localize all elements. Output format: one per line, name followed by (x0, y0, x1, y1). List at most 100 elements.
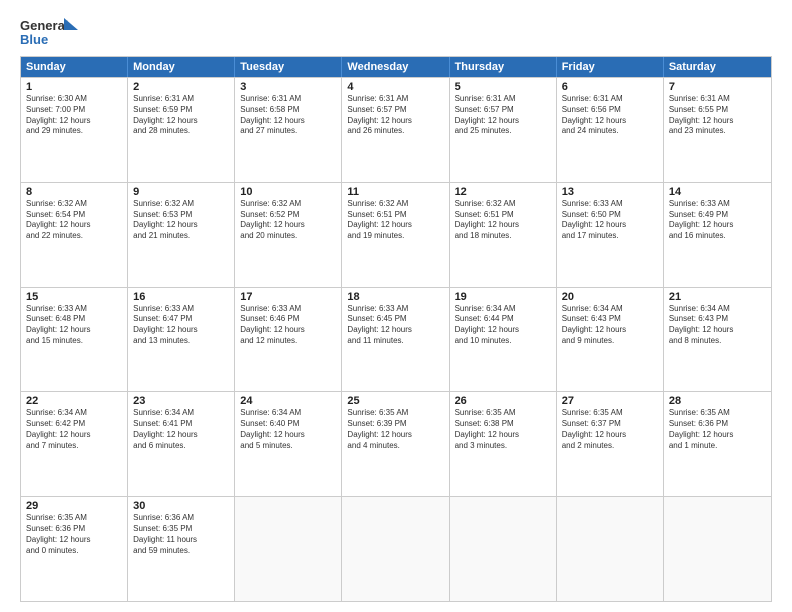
day-number: 21 (669, 291, 766, 303)
day-number: 22 (26, 395, 122, 407)
calendar-week-5: 29Sunrise: 6:35 AM Sunset: 6:36 PM Dayli… (21, 496, 771, 601)
day-number: 10 (240, 186, 336, 198)
calendar-day-10: 10Sunrise: 6:32 AM Sunset: 6:52 PM Dayli… (235, 183, 342, 287)
svg-text:General: General (20, 18, 68, 33)
day-number: 12 (455, 186, 551, 198)
calendar-day-8: 8Sunrise: 6:32 AM Sunset: 6:54 PM Daylig… (21, 183, 128, 287)
day-info: Sunrise: 6:34 AM Sunset: 6:40 PM Dayligh… (240, 408, 336, 451)
day-number: 4 (347, 81, 443, 93)
day-number: 23 (133, 395, 229, 407)
day-number: 5 (455, 81, 551, 93)
calendar-day-3: 3Sunrise: 6:31 AM Sunset: 6:58 PM Daylig… (235, 78, 342, 182)
header-day-tuesday: Tuesday (235, 57, 342, 77)
day-number: 28 (669, 395, 766, 407)
day-number: 11 (347, 186, 443, 198)
calendar-day-26: 26Sunrise: 6:35 AM Sunset: 6:38 PM Dayli… (450, 392, 557, 496)
day-info: Sunrise: 6:34 AM Sunset: 6:43 PM Dayligh… (669, 304, 766, 347)
day-number: 20 (562, 291, 658, 303)
day-info: Sunrise: 6:33 AM Sunset: 6:46 PM Dayligh… (240, 304, 336, 347)
page: GeneralBlue SundayMondayTuesdayWednesday… (0, 0, 792, 612)
day-info: Sunrise: 6:31 AM Sunset: 6:59 PM Dayligh… (133, 94, 229, 137)
calendar-day-12: 12Sunrise: 6:32 AM Sunset: 6:51 PM Dayli… (450, 183, 557, 287)
day-info: Sunrise: 6:34 AM Sunset: 6:43 PM Dayligh… (562, 304, 658, 347)
day-info: Sunrise: 6:34 AM Sunset: 6:41 PM Dayligh… (133, 408, 229, 451)
calendar-day-30: 30Sunrise: 6:36 AM Sunset: 6:35 PM Dayli… (128, 497, 235, 601)
calendar-empty-4-4 (450, 497, 557, 601)
day-number: 18 (347, 291, 443, 303)
day-info: Sunrise: 6:31 AM Sunset: 6:58 PM Dayligh… (240, 94, 336, 137)
day-info: Sunrise: 6:32 AM Sunset: 6:51 PM Dayligh… (347, 199, 443, 242)
calendar-day-1: 1Sunrise: 6:30 AM Sunset: 7:00 PM Daylig… (21, 78, 128, 182)
calendar-week-3: 15Sunrise: 6:33 AM Sunset: 6:48 PM Dayli… (21, 287, 771, 392)
calendar-day-13: 13Sunrise: 6:33 AM Sunset: 6:50 PM Dayli… (557, 183, 664, 287)
calendar-week-1: 1Sunrise: 6:30 AM Sunset: 7:00 PM Daylig… (21, 77, 771, 182)
day-number: 13 (562, 186, 658, 198)
svg-text:Blue: Blue (20, 32, 48, 47)
logo: GeneralBlue (20, 16, 80, 48)
day-info: Sunrise: 6:34 AM Sunset: 6:42 PM Dayligh… (26, 408, 122, 451)
day-info: Sunrise: 6:31 AM Sunset: 6:57 PM Dayligh… (455, 94, 551, 137)
calendar-day-19: 19Sunrise: 6:34 AM Sunset: 6:44 PM Dayli… (450, 288, 557, 392)
header-day-monday: Monday (128, 57, 235, 77)
day-number: 19 (455, 291, 551, 303)
calendar-day-24: 24Sunrise: 6:34 AM Sunset: 6:40 PM Dayli… (235, 392, 342, 496)
day-number: 8 (26, 186, 122, 198)
calendar-day-7: 7Sunrise: 6:31 AM Sunset: 6:55 PM Daylig… (664, 78, 771, 182)
calendar-day-14: 14Sunrise: 6:33 AM Sunset: 6:49 PM Dayli… (664, 183, 771, 287)
calendar-day-16: 16Sunrise: 6:33 AM Sunset: 6:47 PM Dayli… (128, 288, 235, 392)
day-number: 24 (240, 395, 336, 407)
day-number: 17 (240, 291, 336, 303)
day-info: Sunrise: 6:36 AM Sunset: 6:35 PM Dayligh… (133, 513, 229, 556)
logo-svg: GeneralBlue (20, 16, 80, 48)
calendar-body: 1Sunrise: 6:30 AM Sunset: 7:00 PM Daylig… (21, 77, 771, 601)
day-number: 29 (26, 500, 122, 512)
day-number: 15 (26, 291, 122, 303)
calendar-day-18: 18Sunrise: 6:33 AM Sunset: 6:45 PM Dayli… (342, 288, 449, 392)
calendar-day-6: 6Sunrise: 6:31 AM Sunset: 6:56 PM Daylig… (557, 78, 664, 182)
day-number: 9 (133, 186, 229, 198)
calendar-day-4: 4Sunrise: 6:31 AM Sunset: 6:57 PM Daylig… (342, 78, 449, 182)
calendar: SundayMondayTuesdayWednesdayThursdayFrid… (20, 56, 772, 602)
calendar-header: SundayMondayTuesdayWednesdayThursdayFrid… (21, 57, 771, 77)
day-info: Sunrise: 6:32 AM Sunset: 6:52 PM Dayligh… (240, 199, 336, 242)
day-number: 30 (133, 500, 229, 512)
day-info: Sunrise: 6:32 AM Sunset: 6:54 PM Dayligh… (26, 199, 122, 242)
day-info: Sunrise: 6:30 AM Sunset: 7:00 PM Dayligh… (26, 94, 122, 137)
calendar-day-28: 28Sunrise: 6:35 AM Sunset: 6:36 PM Dayli… (664, 392, 771, 496)
day-number: 1 (26, 81, 122, 93)
header: GeneralBlue (20, 16, 772, 48)
day-info: Sunrise: 6:33 AM Sunset: 6:45 PM Dayligh… (347, 304, 443, 347)
header-day-friday: Friday (557, 57, 664, 77)
day-info: Sunrise: 6:31 AM Sunset: 6:56 PM Dayligh… (562, 94, 658, 137)
calendar-empty-4-5 (557, 497, 664, 601)
calendar-week-4: 22Sunrise: 6:34 AM Sunset: 6:42 PM Dayli… (21, 391, 771, 496)
day-info: Sunrise: 6:32 AM Sunset: 6:51 PM Dayligh… (455, 199, 551, 242)
calendar-empty-4-6 (664, 497, 771, 601)
day-info: Sunrise: 6:35 AM Sunset: 6:36 PM Dayligh… (26, 513, 122, 556)
calendar-day-27: 27Sunrise: 6:35 AM Sunset: 6:37 PM Dayli… (557, 392, 664, 496)
header-day-sunday: Sunday (21, 57, 128, 77)
calendar-day-15: 15Sunrise: 6:33 AM Sunset: 6:48 PM Dayli… (21, 288, 128, 392)
calendar-day-5: 5Sunrise: 6:31 AM Sunset: 6:57 PM Daylig… (450, 78, 557, 182)
day-info: Sunrise: 6:31 AM Sunset: 6:57 PM Dayligh… (347, 94, 443, 137)
calendar-day-11: 11Sunrise: 6:32 AM Sunset: 6:51 PM Dayli… (342, 183, 449, 287)
day-number: 3 (240, 81, 336, 93)
calendar-day-17: 17Sunrise: 6:33 AM Sunset: 6:46 PM Dayli… (235, 288, 342, 392)
day-number: 25 (347, 395, 443, 407)
calendar-day-2: 2Sunrise: 6:31 AM Sunset: 6:59 PM Daylig… (128, 78, 235, 182)
day-info: Sunrise: 6:34 AM Sunset: 6:44 PM Dayligh… (455, 304, 551, 347)
header-day-wednesday: Wednesday (342, 57, 449, 77)
calendar-day-25: 25Sunrise: 6:35 AM Sunset: 6:39 PM Dayli… (342, 392, 449, 496)
day-info: Sunrise: 6:32 AM Sunset: 6:53 PM Dayligh… (133, 199, 229, 242)
calendar-empty-4-2 (235, 497, 342, 601)
day-number: 2 (133, 81, 229, 93)
header-day-thursday: Thursday (450, 57, 557, 77)
day-number: 14 (669, 186, 766, 198)
calendar-day-9: 9Sunrise: 6:32 AM Sunset: 6:53 PM Daylig… (128, 183, 235, 287)
day-number: 27 (562, 395, 658, 407)
day-info: Sunrise: 6:33 AM Sunset: 6:48 PM Dayligh… (26, 304, 122, 347)
day-info: Sunrise: 6:33 AM Sunset: 6:50 PM Dayligh… (562, 199, 658, 242)
day-info: Sunrise: 6:35 AM Sunset: 6:39 PM Dayligh… (347, 408, 443, 451)
calendar-day-21: 21Sunrise: 6:34 AM Sunset: 6:43 PM Dayli… (664, 288, 771, 392)
day-number: 16 (133, 291, 229, 303)
